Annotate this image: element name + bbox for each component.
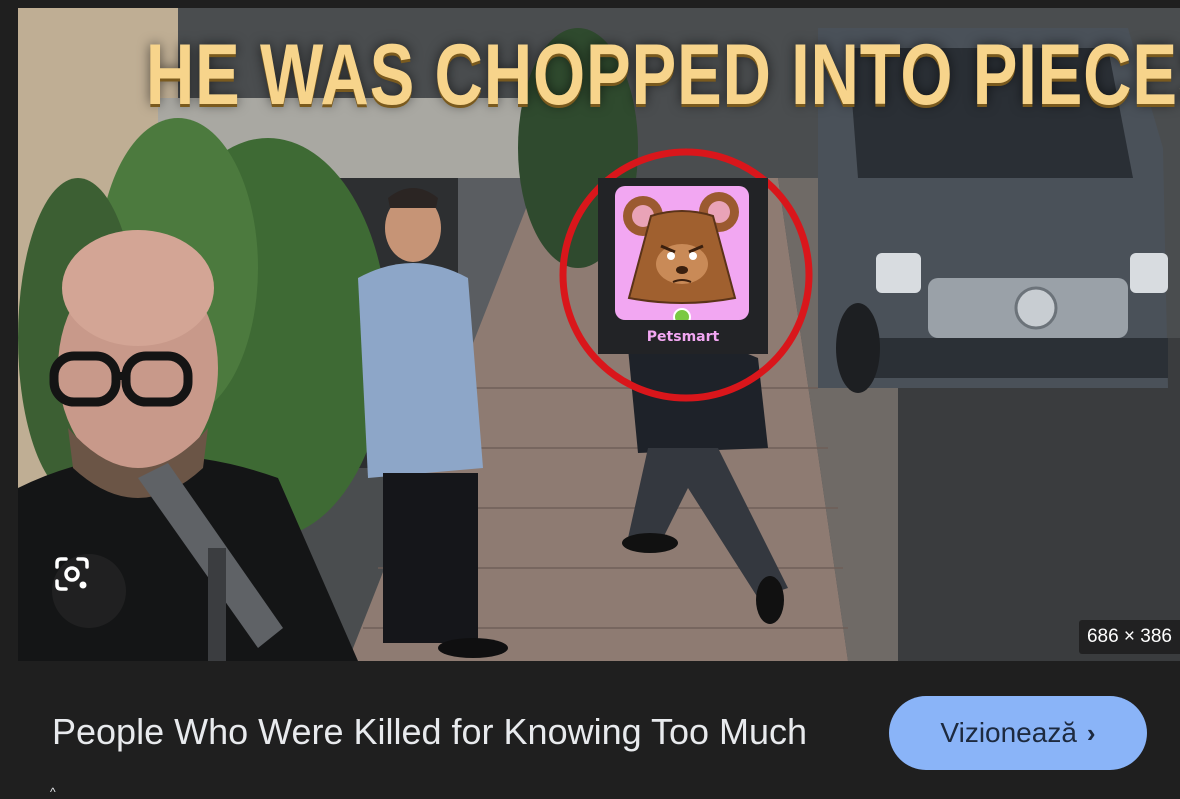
chevron-right-icon: ›	[1086, 717, 1096, 748]
thumbnail-headline: HE WAS CHOPPED INTO PIECES	[145, 27, 1180, 123]
left-edge	[0, 0, 18, 797]
visual-search-icon	[55, 557, 89, 591]
result-info-bar: People Who Were Killed for Knowing Too M…	[18, 661, 1180, 799]
petsmart-badge: Petsmart	[598, 178, 768, 354]
result-title[interactable]: People Who Were Killed for Knowing Too M…	[52, 711, 807, 753]
video-thumbnail[interactable]: HE WAS CHOPPED INTO PIECES Petsmart 686 …	[18, 8, 1180, 661]
visual-search-button[interactable]	[52, 554, 126, 628]
watch-button[interactable]: Vizionează ›	[889, 696, 1147, 770]
image-dimensions: 686 × 386	[1078, 620, 1180, 654]
watch-button-label: Vizionează	[940, 717, 1077, 748]
badge-label: Petsmart	[646, 329, 720, 345]
mouse-mascot-icon	[615, 186, 749, 320]
caret-icon: ^	[50, 785, 56, 799]
